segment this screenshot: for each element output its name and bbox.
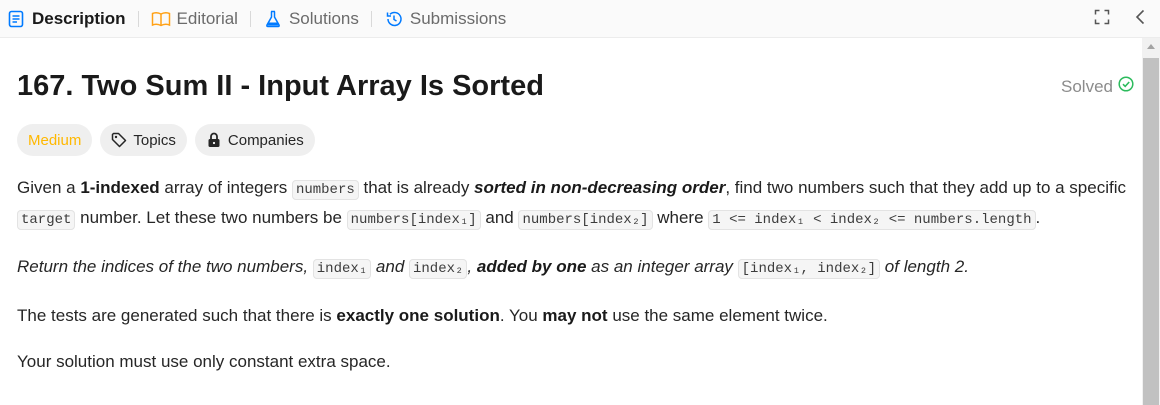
topics-label: Topics <box>133 131 176 149</box>
bold-italic-text: sorted in non-decreasing order <box>474 178 726 197</box>
tab-divider <box>249 10 251 27</box>
bold-text: may not <box>542 306 608 325</box>
text-span: array of integers <box>159 178 292 197</box>
expand-icon <box>1094 9 1110 30</box>
history-icon <box>384 9 404 29</box>
text-span: . <box>1035 208 1041 227</box>
vertical-scrollbar[interactable] <box>1142 38 1160 405</box>
text-span: that is already <box>358 178 475 197</box>
problem-statement: Given a 1-indexed array of integers numb… <box>17 174 1127 375</box>
inline-code: index₂ <box>409 259 468 279</box>
inline-code: numbers <box>291 180 359 200</box>
tab-label: Solutions <box>288 8 359 28</box>
inline-code: numbers[index₁] <box>346 210 481 230</box>
scroll-thumb[interactable] <box>1143 58 1159 405</box>
bold-text: exactly one solution <box>336 306 500 325</box>
italic-text: and <box>371 257 409 276</box>
inline-code: index₁ <box>312 259 372 279</box>
text-span: Given a <box>17 178 81 197</box>
tab-label: Submissions <box>409 8 507 28</box>
tab-divider <box>137 10 139 27</box>
tab-label: Description <box>32 8 126 28</box>
tab-bar: Description Editorial Solutions Submissi… <box>0 0 1160 38</box>
italic-text: of length 2. <box>880 257 969 276</box>
inline-code: target <box>17 210 76 230</box>
chevron-left-icon <box>1134 9 1146 30</box>
italic-text: Return the indices of the two numbers, <box>17 257 313 276</box>
flask-icon <box>263 9 283 29</box>
inline-code: [index₁, index₂] <box>737 259 881 279</box>
tag-icon <box>111 132 127 148</box>
return-paragraph: Return the indices of the two numbers, i… <box>17 253 1127 283</box>
description-icon <box>6 9 26 29</box>
text-span: use the same element twice. <box>607 306 828 325</box>
text-span: The tests are generated such that there … <box>17 306 337 325</box>
tab-description[interactable]: Description <box>6 0 132 38</box>
text-span: . You <box>499 306 543 325</box>
bold-text: 1-indexed <box>80 178 160 197</box>
scroll-up-button[interactable] <box>1142 38 1160 54</box>
tab-submissions[interactable]: Submissions <box>378 0 512 38</box>
text-span: Your solution must use only constant ext… <box>17 352 391 371</box>
inline-code: 1 <= index₁ < index₂ <= numbers.length <box>708 210 1036 230</box>
constraint-paragraph: The tests are generated such that there … <box>17 302 1127 329</box>
italic-text: as an integer array <box>586 257 738 276</box>
text-span: where <box>652 208 709 227</box>
solved-status: Solved <box>1061 76 1134 97</box>
tab-divider <box>370 10 372 27</box>
check-circle-icon <box>1118 76 1134 97</box>
book-icon <box>151 9 171 29</box>
tab-label: Editorial <box>176 8 238 28</box>
tag-chips: Medium Topics Companies <box>17 124 315 156</box>
tab-editorial[interactable]: Editorial <box>145 0 244 38</box>
inline-code: numbers[index₂] <box>518 210 653 230</box>
italic-text: , <box>467 257 477 276</box>
bold-italic-text: added by one <box>476 257 587 276</box>
companies-label: Companies <box>227 131 304 149</box>
topics-chip[interactable]: Topics <box>100 124 187 156</box>
text-span: number. Let these two numbers be <box>75 208 347 227</box>
companies-chip[interactable]: Companies <box>194 124 315 156</box>
maximize-button[interactable] <box>1092 9 1112 29</box>
text-span: , find two numbers such that they add up… <box>725 178 1126 197</box>
tab-solutions[interactable]: Solutions <box>257 0 365 38</box>
solved-label: Solved <box>1061 76 1113 96</box>
difficulty-badge[interactable]: Medium <box>17 124 93 156</box>
page-title: 167. Two Sum II - Input Array Is Sorted <box>17 70 544 102</box>
lock-icon <box>206 132 222 148</box>
text-span: and <box>480 208 519 227</box>
collapse-button[interactable] <box>1130 9 1150 29</box>
space-paragraph: Your solution must use only constant ext… <box>17 348 1127 375</box>
statement-paragraph: Given a 1-indexed array of integers numb… <box>17 174 1127 234</box>
